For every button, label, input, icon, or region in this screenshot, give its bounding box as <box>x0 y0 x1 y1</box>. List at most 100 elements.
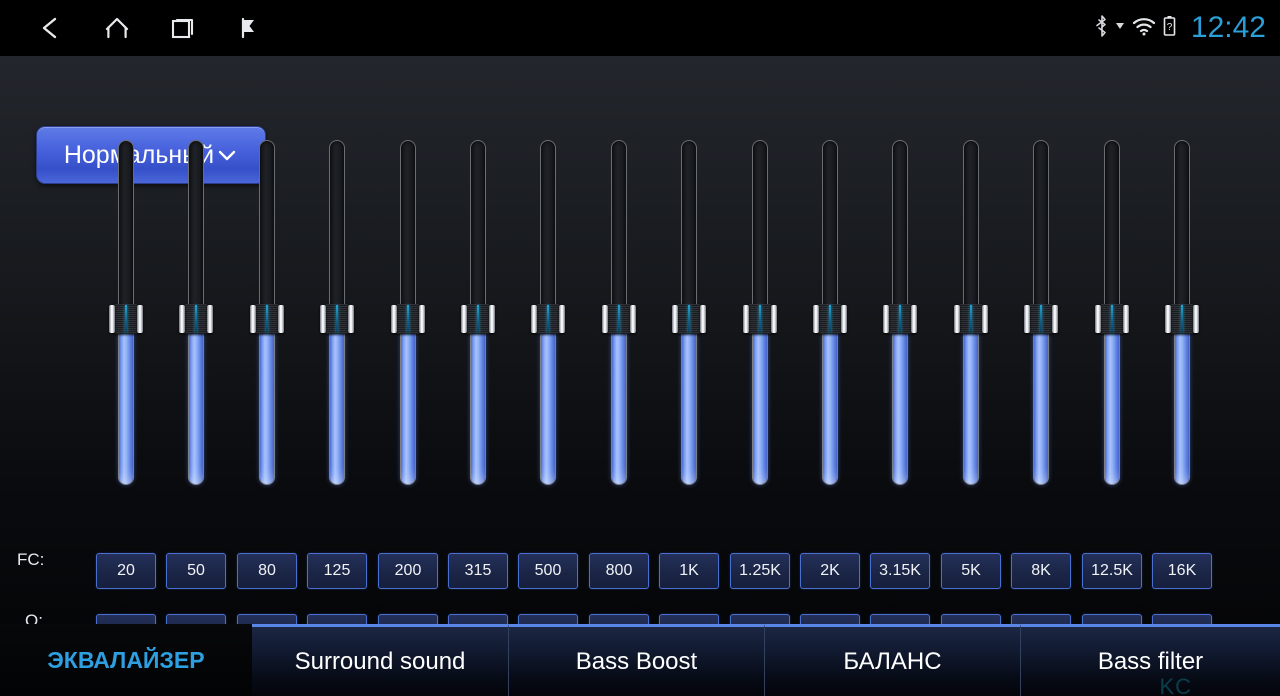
equalizer-panel: Нормальный FC: Q: 202,2502,2802,21252,22… <box>0 56 1280 650</box>
fc-value-box[interactable]: 12.5K <box>1082 553 1142 589</box>
slider-thumb[interactable] <box>179 304 213 334</box>
fc-value-box[interactable]: 16K <box>1152 553 1212 589</box>
slider-thumb[interactable] <box>954 304 988 334</box>
tab-surround-sound[interactable]: Surround sound <box>252 624 508 696</box>
slider-thumb[interactable] <box>1024 304 1058 334</box>
back-icon[interactable] <box>18 0 84 56</box>
fc-value-box[interactable]: 3.15K <box>870 553 930 589</box>
band-slider[interactable] <box>743 140 777 485</box>
fc-value-box[interactable]: 20 <box>96 553 156 589</box>
band-slider[interactable] <box>883 140 917 485</box>
recents-icon[interactable] <box>150 0 216 56</box>
band-slider[interactable] <box>320 140 354 485</box>
equalizer-screen: ? 12:42 Нормальный FC: Q: 202,2502,2802,… <box>0 0 1280 696</box>
fc-row-label: FC: <box>17 550 45 569</box>
fc-value-box[interactable]: 8K <box>1011 553 1071 589</box>
slider-thumb-cap-left <box>743 305 749 333</box>
slider-thumb-cap-right <box>771 305 777 333</box>
fc-value-box[interactable]: 50 <box>166 553 226 589</box>
slider-thumb[interactable] <box>320 304 354 334</box>
slider-thumb[interactable] <box>743 304 777 334</box>
slider-thumb-cap-left <box>391 305 397 333</box>
fc-value-box[interactable]: 500 <box>518 553 578 589</box>
slider-thumb-cap-right <box>419 305 425 333</box>
slider-thumb-cap-right <box>841 305 847 333</box>
slider-thumb-grip <box>1171 304 1193 334</box>
slider-thumb[interactable] <box>602 304 636 334</box>
slider-fill <box>681 318 697 485</box>
slider-thumb[interactable] <box>250 304 284 334</box>
fc-value-box[interactable]: 1K <box>659 553 719 589</box>
slider-fill <box>892 318 908 485</box>
band-slider[interactable] <box>250 140 284 485</box>
slider-thumb-grip <box>185 304 207 334</box>
slider-thumb[interactable] <box>883 304 917 334</box>
slider-thumb-grip <box>749 304 771 334</box>
slider-thumb-grip <box>397 304 419 334</box>
slider-thumb-cap-right <box>700 305 706 333</box>
band-slider[interactable] <box>954 140 988 485</box>
band-slider[interactable] <box>1165 140 1199 485</box>
clock: 12:42 <box>1190 11 1266 44</box>
slider-fill <box>963 318 979 485</box>
svg-text:?: ? <box>1167 22 1173 33</box>
slider-fill <box>400 318 416 485</box>
fc-value-box[interactable]: 2K <box>800 553 860 589</box>
slider-thumb-grip <box>678 304 700 334</box>
fc-value-box[interactable]: 80 <box>237 553 297 589</box>
band-slider[interactable] <box>602 140 636 485</box>
slider-thumb[interactable] <box>531 304 565 334</box>
slider-thumb[interactable] <box>1095 304 1129 334</box>
home-icon[interactable] <box>84 0 150 56</box>
band-slider[interactable] <box>531 140 565 485</box>
band-slider[interactable] <box>672 140 706 485</box>
slider-thumb[interactable] <box>813 304 847 334</box>
slider-thumb-cap-left <box>1165 305 1171 333</box>
slider-thumb-cap-left <box>250 305 256 333</box>
slider-fill <box>1104 318 1120 485</box>
slider-fill <box>1174 318 1190 485</box>
slider-thumb-cap-right <box>1052 305 1058 333</box>
fc-value-box[interactable]: 1.25K <box>730 553 790 589</box>
status-icons: ? 12:42 <box>1094 0 1266 56</box>
fc-value-box[interactable]: 125 <box>307 553 367 589</box>
slider-thumb-grip <box>1030 304 1052 334</box>
slider-thumb-cap-left <box>531 305 537 333</box>
band-slider[interactable] <box>813 140 847 485</box>
slider-thumb-cap-left <box>1024 305 1030 333</box>
band-slider[interactable] <box>179 140 213 485</box>
slider-thumb-cap-right <box>278 305 284 333</box>
band-slider[interactable] <box>1095 140 1129 485</box>
band-slider[interactable] <box>391 140 425 485</box>
band-slider[interactable] <box>1024 140 1058 485</box>
slider-thumb-cap-right <box>1193 305 1199 333</box>
slider-thumb-grip <box>115 304 137 334</box>
slider-thumb[interactable] <box>461 304 495 334</box>
battery-unknown-icon: ? <box>1162 14 1177 43</box>
slider-thumb-grip <box>819 304 841 334</box>
tab-баланс[interactable]: БАЛАНС <box>764 624 1020 696</box>
slider-thumb-cap-right <box>348 305 354 333</box>
slider-thumb-grip <box>326 304 348 334</box>
flag-icon[interactable] <box>216 0 282 56</box>
tab-bass-filter[interactable]: Bass filter <box>1020 624 1280 696</box>
slider-fill <box>329 318 345 485</box>
slider-thumb[interactable] <box>1165 304 1199 334</box>
tab-bass-boost[interactable]: Bass Boost <box>508 624 764 696</box>
slider-thumb[interactable] <box>109 304 143 334</box>
band-slider[interactable] <box>109 140 143 485</box>
slider-thumb-cap-left <box>672 305 678 333</box>
fc-value-box[interactable]: 800 <box>589 553 649 589</box>
tab-bar: ЭКВАЛАЙЗЕР Surround sound Bass Boost БАЛАНС… <box>0 624 1280 696</box>
slider-thumb[interactable] <box>391 304 425 334</box>
tab-эквалайзер[interactable]: ЭКВАЛАЙЗЕР <box>0 624 252 696</box>
status-bar: ? 12:42 <box>0 0 1280 56</box>
band-slider[interactable] <box>461 140 495 485</box>
fc-value-box[interactable]: 315 <box>448 553 508 589</box>
fc-value-box[interactable]: 5K <box>941 553 1001 589</box>
slider-thumb[interactable] <box>672 304 706 334</box>
slider-thumb-cap-right <box>630 305 636 333</box>
fc-value-box[interactable]: 200 <box>378 553 438 589</box>
slider-thumb-cap-left <box>602 305 608 333</box>
slider-fill <box>118 318 134 485</box>
